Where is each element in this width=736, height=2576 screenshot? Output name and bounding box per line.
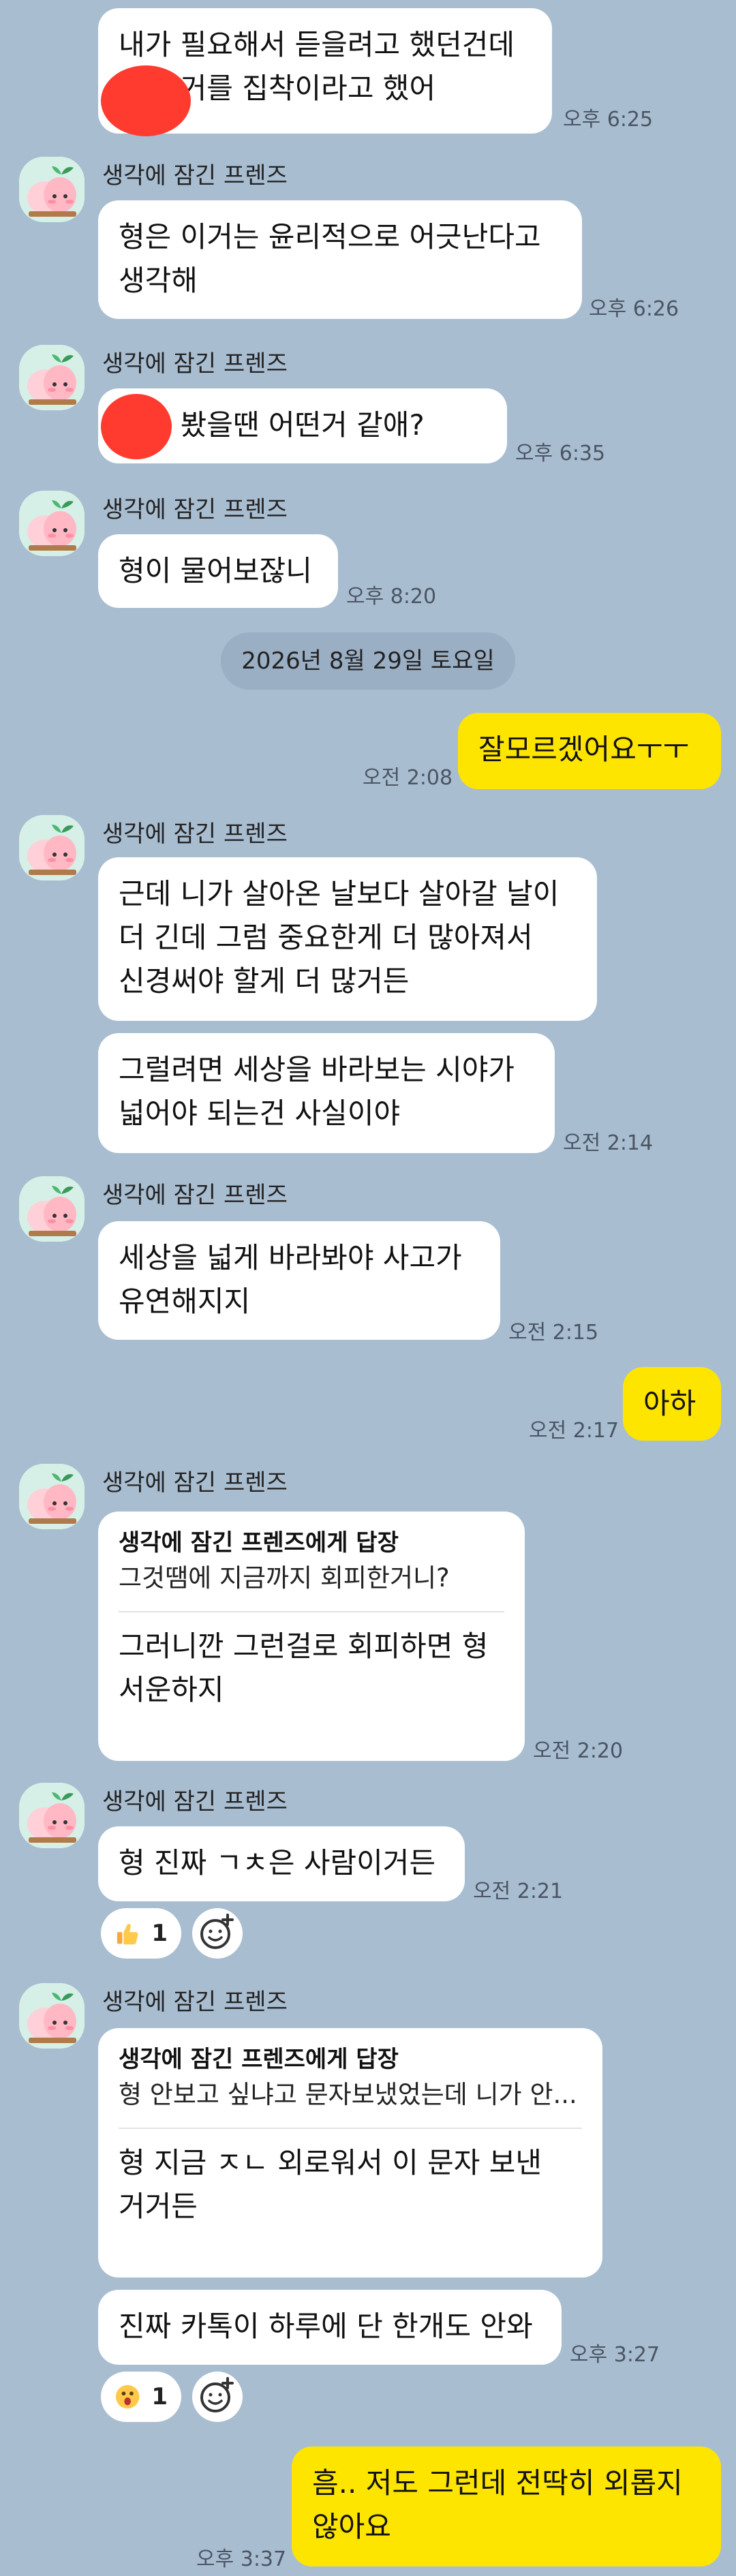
reply-divider <box>119 2128 582 2129</box>
redaction-mark <box>101 394 172 459</box>
avatar[interactable] <box>19 1176 85 1242</box>
add-reaction-icon <box>200 1914 234 1949</box>
peach-friend-avatar-icon <box>19 1983 85 2049</box>
message-time: 오전 2:15 <box>508 1321 599 1345</box>
avatar[interactable] <box>19 157 85 222</box>
message-bubble[interactable]: 근데 니가 살아온 날보다 살아갈 날이 더 긴데 그럼 중요한게 더 많아져서… <box>98 857 597 1021</box>
reply-message-bubble[interactable]: 생각에 잠긴 프렌즈에게 답장 그것땜에 지금까지 회피한거니? 그러니깐 그런… <box>98 1512 525 1761</box>
reply-quote[interactable]: 그것땜에 지금까지 회피한거니? <box>119 1559 504 1597</box>
peach-friend-avatar-icon <box>19 345 85 410</box>
peach-friend-avatar-icon <box>19 491 85 556</box>
add-reaction-icon <box>200 2377 234 2412</box>
sender-name: 생각에 잠긴 프렌즈 <box>102 1989 288 2016</box>
message-bubble[interactable]: 형은 이거는 윤리적으로 어긋난다고 생각해 <box>98 200 582 319</box>
message-time: 오후 6:25 <box>563 108 654 132</box>
sender-name: 생각에 잠긴 프렌즈 <box>102 496 288 523</box>
reaction-count: 1 <box>151 2383 168 2410</box>
peach-friend-avatar-icon <box>19 157 85 222</box>
date-divider: 2026년 8월 29일 토요일 <box>221 632 515 690</box>
message-time: 오전 2:20 <box>533 1739 624 1763</box>
message-bubble[interactable]: 세상을 넓게 바라봐야 사고가 유연해지지 <box>98 1221 500 1340</box>
reaction-badge[interactable]: 1 <box>101 1908 181 1959</box>
reply-text: 형 지금 ㅈㄴ 외로워서 이 문자 보낸 거거든 <box>119 2146 542 2223</box>
message-time: 오후 6:26 <box>589 297 679 321</box>
avatar[interactable] <box>19 491 85 556</box>
message-bubble[interactable]: 진짜 카톡이 하루에 단 한개도 안와 <box>98 2290 562 2365</box>
message-time: 오전 2:17 <box>529 1419 619 1443</box>
add-reaction-button[interactable] <box>192 2372 243 2422</box>
avatar[interactable] <box>19 1464 85 1529</box>
avatar[interactable] <box>19 1983 85 2049</box>
peach-friend-avatar-icon <box>19 815 85 880</box>
reply-header: 생각에 잠긴 프렌즈에게 답장 <box>119 1529 399 1557</box>
my-message-bubble[interactable]: 잘모르겠어요ㅜㅜ <box>458 713 721 789</box>
sender-name: 생각에 잠긴 프렌즈 <box>102 350 288 378</box>
sender-name: 생각에 잠긴 프렌즈 <box>102 1788 288 1815</box>
avatar[interactable] <box>19 815 85 880</box>
avatar[interactable] <box>19 345 85 410</box>
reply-text: 그러니깐 그런걸로 회피하면 형 서운하지 <box>119 1629 489 1706</box>
reaction-count: 1 <box>151 1920 168 1947</box>
message-time: 오전 2:14 <box>563 1131 654 1155</box>
message-time: 오후 3:27 <box>570 2343 660 2367</box>
message-bubble[interactable]: 형이 물어보잖니 <box>98 534 338 608</box>
message-time: 오후 6:35 <box>515 442 606 465</box>
message-bubble[interactable]: 그럴려면 세상을 바라보는 시야가 넓어야 되는건 사실이야 <box>98 1033 555 1153</box>
avatar[interactable] <box>19 1783 85 1848</box>
peach-friend-avatar-icon <box>19 1176 85 1242</box>
peach-friend-avatar-icon <box>19 1464 85 1529</box>
peach-friend-avatar-icon <box>19 1783 85 1848</box>
reply-divider <box>119 1611 504 1612</box>
message-bubble[interactable]: 형 진짜 ㄱㅊ은 사람이거든 <box>98 1826 465 1901</box>
sender-name: 생각에 잠긴 프렌즈 <box>102 1469 288 1497</box>
my-message-bubble[interactable]: 아하 <box>623 1367 721 1441</box>
surprised-face-icon <box>115 2385 140 2409</box>
reply-message-bubble[interactable]: 생각에 잠긴 프렌즈에게 답장 형 안보고 싶냐고 문자보냈었는데 니가 안..… <box>98 2028 602 2278</box>
reaction-badge[interactable]: 1 <box>101 2372 181 2422</box>
redaction-mark <box>101 65 191 136</box>
thumbs-up-icon <box>117 1924 138 1945</box>
add-reaction-button[interactable] <box>192 1908 243 1959</box>
reply-header: 생각에 잠긴 프렌즈에게 답장 <box>119 2046 399 2073</box>
sender-name: 생각에 잠긴 프렌즈 <box>102 1182 288 1209</box>
reply-quote[interactable]: 형 안보고 싶냐고 문자보냈었는데 니가 안... <box>119 2076 582 2114</box>
message-time: 오후 3:37 <box>196 2547 287 2571</box>
sender-name: 생각에 잠긴 프렌즈 <box>102 162 288 189</box>
my-message-bubble[interactable]: 흠.. 저도 그런데 전딱히 외롭지 않아요 <box>292 2447 721 2566</box>
message-time: 오전 2:08 <box>363 766 453 790</box>
message-time: 오후 8:20 <box>346 585 437 609</box>
message-time: 오전 2:21 <box>473 1880 564 1903</box>
sender-name: 생각에 잠긴 프렌즈 <box>102 821 288 848</box>
